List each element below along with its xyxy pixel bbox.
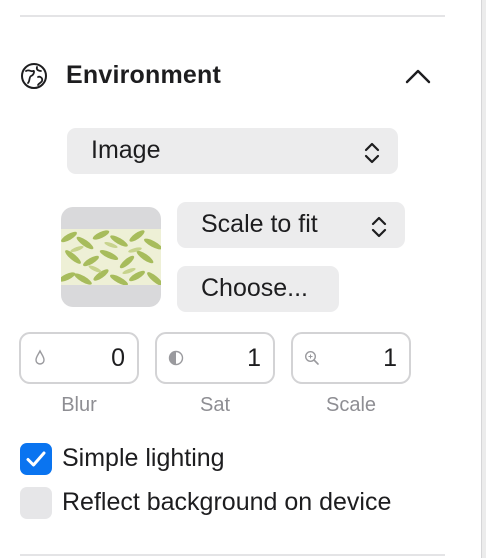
updown-chevron-icon [371, 216, 387, 238]
scale-value: 1 [383, 344, 397, 372]
reflect-background-label[interactable]: Reflect background on device [62, 488, 391, 517]
panel-scroll-edge [482, 0, 486, 558]
background-type-value: Image [91, 136, 161, 164]
section-title: Environment [66, 61, 221, 89]
blur-value: 0 [111, 344, 125, 372]
saturation-caption: Sat [199, 394, 231, 416]
environment-section-header[interactable]: Environment [20, 56, 435, 96]
chevron-up-icon[interactable] [403, 64, 433, 88]
globe-icon [21, 63, 47, 89]
half-circle-icon [168, 350, 184, 366]
choose-image-button[interactable]: Choose... [177, 266, 339, 312]
checkmark-icon [26, 451, 46, 467]
bottom-divider [20, 554, 445, 556]
reflect-background-checkbox[interactable] [20, 487, 52, 519]
background-type-select[interactable]: Image [67, 128, 398, 174]
simple-lighting-label[interactable]: Simple lighting [62, 444, 225, 473]
scale-mode-value: Scale to fit [201, 210, 318, 238]
scale-field[interactable]: 1 [291, 332, 411, 384]
scale-caption: Scale [325, 394, 377, 416]
scale-mode-select[interactable]: Scale to fit [177, 202, 405, 248]
reflect-background-option[interactable]: Reflect background on device [20, 487, 430, 521]
simple-lighting-checkbox[interactable] [20, 443, 52, 475]
magnifier-icon [304, 350, 319, 365]
leaf-pattern-image [61, 229, 161, 285]
blur-field[interactable]: 0 [19, 332, 139, 384]
top-divider [20, 15, 445, 17]
saturation-value: 1 [247, 344, 261, 372]
blur-caption: Blur [61, 394, 97, 416]
choose-image-label: Choose... [201, 274, 309, 302]
saturation-field[interactable]: 1 [155, 332, 275, 384]
simple-lighting-option[interactable]: Simple lighting [20, 443, 260, 477]
updown-chevron-icon [364, 142, 380, 164]
droplet-icon [35, 349, 45, 365]
environment-image-thumbnail[interactable] [61, 207, 161, 307]
